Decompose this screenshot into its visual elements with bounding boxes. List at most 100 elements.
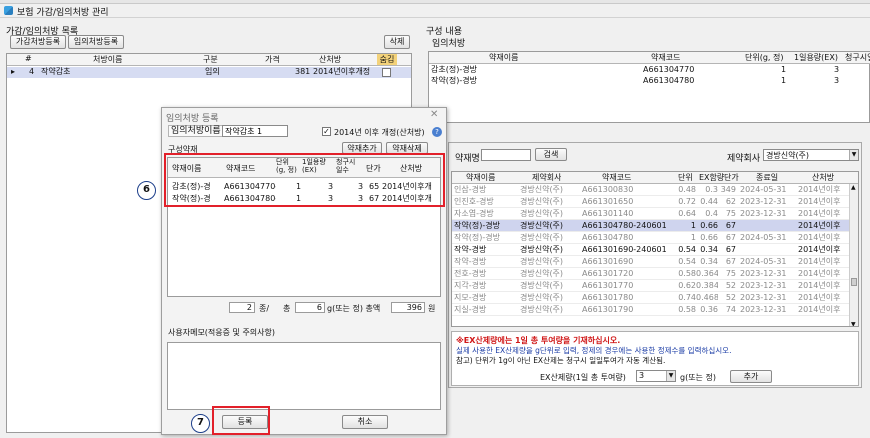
memo-label: 사용자메모(적응증 및 주의사항) bbox=[168, 328, 276, 337]
table-row[interactable]: 인삼-경방 경방신약(주) A661300830 0.48 0.3 349 2024-05-… bbox=[452, 184, 850, 196]
row-maker: 경방신약(주) bbox=[520, 245, 564, 254]
col-herb-name: 약재이름 bbox=[489, 53, 519, 62]
col-code: 약재코드 bbox=[602, 173, 632, 182]
dialog-title: 임의처방 등록 bbox=[166, 114, 219, 124]
row-name: 인삼-경방 bbox=[454, 185, 487, 194]
chevron-down-icon: ▼ bbox=[849, 150, 858, 160]
row-maker: 경방신약(주) bbox=[520, 197, 564, 206]
ex-amount-value: 3 bbox=[639, 371, 645, 380]
herb-search-grid: 약재이름 제약회사 약재코드 단위 EX함량 단가 종료일 산처방 인삼-경방 경… bbox=[451, 171, 859, 327]
row-name: 작약-경방 bbox=[454, 245, 487, 254]
cancel-button[interactable]: 취소 bbox=[342, 415, 388, 429]
herb-count-unit: 종/ bbox=[259, 304, 270, 313]
row-maker: 경방신약(주) bbox=[520, 221, 564, 230]
add-herb-button[interactable]: 추가 bbox=[730, 370, 772, 383]
table-row[interactable]: 작약(정)-경방 경방신약(주) A661304780 1 0.66 67 2024-05-… bbox=[452, 232, 850, 244]
delete-prescription-button[interactable]: 삭제 bbox=[384, 35, 410, 49]
row-code: A661301650 bbox=[582, 197, 634, 206]
memo-textarea[interactable] bbox=[167, 342, 441, 410]
table-row[interactable]: 작약-경방 경방신약(주) A661301690 0.54 0.34 67 2024-05-… bbox=[452, 256, 850, 268]
help-icon[interactable]: ? bbox=[432, 127, 442, 137]
row-name: 작약(정)-경방 bbox=[454, 233, 500, 242]
row-price: 75 bbox=[725, 269, 736, 278]
row-code: A661304780 bbox=[643, 76, 695, 85]
row-name: 전호-경방 bbox=[454, 269, 487, 278]
row-end: 2023-12-31 bbox=[740, 209, 787, 218]
prescription-grid-header: # 처방이름 구분 가격 산처방 숨김 bbox=[7, 54, 411, 66]
row-ex: 0.384 bbox=[696, 281, 718, 290]
herb-search-panel: 약재명 검색 제약회사 경방신약(주) ▼ 약재이름 제약회사 약재코드 단위 … bbox=[448, 142, 862, 388]
right-panel-subtitle: 임의처방 bbox=[432, 39, 466, 49]
add-adjust-prescription-button[interactable]: 가감처방등록 bbox=[10, 35, 66, 49]
herb-search-input[interactable] bbox=[481, 149, 531, 161]
chevron-down-icon: ▼ bbox=[666, 371, 675, 381]
row-code: A661304770 bbox=[643, 65, 695, 74]
table-row[interactable]: 자소엽-경방 경방신약(주) A661301140 0.64 0.4 75 2023-12-… bbox=[452, 208, 850, 220]
row-maker: 경방신약(주) bbox=[520, 185, 564, 194]
maker-select[interactable]: 경방신약(주) ▼ bbox=[763, 149, 859, 161]
row-name: 자소엽-경방 bbox=[454, 209, 494, 218]
scroll-thumb[interactable] bbox=[851, 278, 857, 286]
row-ex: 0.66 bbox=[700, 221, 718, 230]
row-end: 2024-05-31 bbox=[740, 257, 787, 266]
row-unit: 0.58 bbox=[678, 269, 696, 278]
notice-black: 참고) 단위가 1g이 아닌 EX산제는 청구시 일일투여가 자동 계산됨. bbox=[456, 356, 666, 365]
row-unit: 1 bbox=[781, 76, 787, 85]
close-icon[interactable]: ✕ bbox=[430, 109, 438, 120]
scrollbar[interactable]: ▲ ▼ bbox=[849, 184, 858, 326]
table-row[interactable]: 작약(정)-경방 경방신약(주) A661304780-240601 1 0.66 67 2… bbox=[452, 220, 850, 232]
col-name: 처방이름 bbox=[93, 55, 123, 64]
col-unit: 단위(g, 정) bbox=[745, 53, 784, 62]
row-code: A661301720 bbox=[582, 269, 634, 278]
table-row[interactable]: 작약(정)-경방 A661304780 1 3 bbox=[429, 76, 869, 86]
callout-7: 7 bbox=[191, 414, 210, 433]
scroll-down-icon[interactable]: ▼ bbox=[851, 321, 856, 326]
col-herb-name: 약재이름 bbox=[466, 173, 496, 182]
row-type: 임의 bbox=[205, 67, 220, 76]
add-custom-prescription-button[interactable]: 임의처방등록 bbox=[68, 35, 124, 49]
search-button[interactable]: 검색 bbox=[535, 148, 567, 161]
table-row[interactable]: 감초(정)-경방 A661304770 1 3 bbox=[429, 65, 869, 75]
revision-checkbox[interactable]: ✓ bbox=[322, 127, 331, 136]
row-unit: 0.54 bbox=[678, 245, 696, 254]
table-row[interactable]: 지실-경방 경방신약(주) A661301790 0.58 0.36 74 2023-12-… bbox=[452, 304, 850, 316]
row-unit: 0.58 bbox=[678, 305, 696, 314]
row-code: A661301690 bbox=[582, 257, 634, 266]
ex-amount-select[interactable]: 3 ▼ bbox=[636, 370, 676, 382]
row-ex: 0.36 bbox=[700, 305, 718, 314]
row-price: 67 bbox=[725, 245, 736, 254]
prescription-name-input[interactable] bbox=[222, 125, 288, 137]
col-end-date: 종료일 bbox=[756, 173, 779, 182]
total-label: 총 bbox=[283, 304, 291, 313]
app-icon bbox=[4, 6, 13, 15]
col-herb-code: 약재코드 bbox=[651, 53, 681, 62]
row-san: 2014년이후 bbox=[798, 257, 841, 266]
row-price: 67 bbox=[725, 221, 736, 230]
table-row[interactable]: 지모-경방 경방신약(주) A661301780 0.74 0.468 52 2023-12… bbox=[452, 292, 850, 304]
col-sanchubang: 산처방 bbox=[812, 173, 835, 182]
row-ex: 0.468 bbox=[696, 293, 718, 302]
table-row[interactable]: 전호-경방 경방신약(주) A661301720 0.58 0.364 75 2023-12… bbox=[452, 268, 850, 280]
col-num: # bbox=[25, 54, 32, 63]
row-price: 67 bbox=[725, 257, 736, 266]
table-row[interactable]: 작약-경방 경방신약(주) A661301690-240601 0.54 0.34 67 2… bbox=[452, 244, 850, 256]
row-san: 2014년이후 bbox=[798, 305, 841, 314]
row-unit: 1 bbox=[781, 65, 787, 74]
row-name: 작약(정)-경방 bbox=[431, 76, 477, 85]
row-san: 2014년이후 bbox=[798, 269, 841, 278]
table-row[interactable]: ▸ 4 작약감초 임의 381 2014년이후개정 bbox=[7, 67, 411, 78]
col-type: 구분 bbox=[203, 55, 218, 64]
table-row[interactable]: 인진호-경방 경방신약(주) A661301650 0.72 0.44 62 2023-12… bbox=[452, 196, 850, 208]
scroll-up-icon[interactable]: ▲ bbox=[851, 184, 856, 191]
row-price: 62 bbox=[725, 197, 736, 206]
row-end: 2023-12-31 bbox=[740, 269, 787, 278]
search-label: 약재명 bbox=[455, 154, 480, 164]
revision-label: 2014년 이후 개정(산처방) bbox=[334, 128, 425, 137]
row-san: 2014년이후 bbox=[798, 245, 841, 254]
composition-grid-header: 약재이름 약재코드 단위(g, 정) 1일용량(EX) 청구시일 bbox=[429, 52, 870, 64]
table-row[interactable]: 지각-경방 경방신약(주) A661301770 0.62 0.384 52 2023-12… bbox=[452, 280, 850, 292]
hidden-checkbox[interactable] bbox=[382, 68, 391, 77]
herb-rows-highlight bbox=[164, 153, 445, 207]
col-price: 가격 bbox=[265, 55, 280, 64]
herb-search-rows: 인삼-경방 경방신약(주) A661300830 0.48 0.3 349 2024-05-… bbox=[452, 184, 850, 326]
